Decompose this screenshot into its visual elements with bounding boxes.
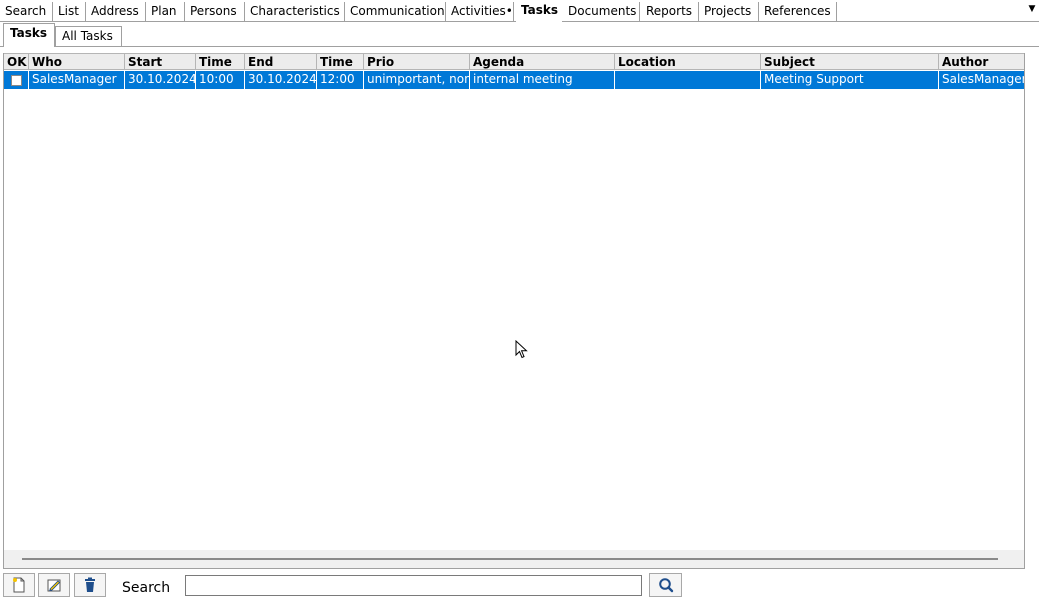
search-input[interactable] [185,575,642,596]
subject-cell[interactable]: Meeting Support [761,71,939,89]
prio-cell[interactable]: unimportant, non critical [364,71,470,89]
column-header-start[interactable]: Start [125,53,196,70]
new-document-icon [13,577,25,593]
tab-characteristics[interactable]: Characteristics [245,2,345,21]
end-time-cell[interactable]: 12:00 [317,71,364,89]
agenda-cell[interactable]: internal meeting [470,71,615,89]
author-cell[interactable]: SalesManager [939,71,1024,89]
mouse-cursor-icon [515,340,528,359]
end-cell[interactable]: 30.10.2024 [245,71,317,89]
tab-activities[interactable]: Activities• [446,2,514,21]
bottom-toolbar: Search [0,572,1039,609]
tab-tasks[interactable]: Tasks [516,0,562,22]
who-cell[interactable]: SalesManager [29,71,125,89]
new-task-button[interactable] [3,573,35,597]
edit-icon [47,579,61,592]
ok-cell[interactable] [4,71,29,89]
column-header-prio[interactable]: Prio [364,53,470,70]
start-time-cell[interactable]: 10:00 [196,71,245,89]
tab-communication[interactable]: Communication [345,2,446,21]
subtab-all-tasks[interactable]: All Tasks [55,26,122,46]
tab-search[interactable]: Search [0,2,53,21]
tab-projects[interactable]: Projects [699,2,759,21]
search-button[interactable] [649,573,682,597]
location-cell[interactable] [615,71,761,89]
grid-header: OK Who Start Time End Time Prio Agenda L… [4,53,1024,70]
column-header-ok[interactable]: OK [4,53,29,70]
column-header-agenda[interactable]: Agenda [470,53,615,70]
column-header-end[interactable]: End [245,53,317,70]
scrollbar-thumb[interactable] [22,558,998,560]
main-tab-strip: Search List Address Plan Persons Charact… [0,0,1039,22]
tab-overflow-chevron-icon[interactable]: ▼ [1027,2,1037,16]
tab-list[interactable]: List [53,2,86,21]
horizontal-scrollbar[interactable] [4,550,1024,568]
delete-task-button[interactable] [74,573,106,597]
column-header-start-time[interactable]: Time [196,53,245,70]
tab-persons[interactable]: Persons [185,2,245,21]
edit-task-button[interactable] [38,573,70,597]
column-header-who[interactable]: Who [29,53,125,70]
tab-references[interactable]: References [759,2,837,21]
search-label: Search [122,580,171,596]
start-cell[interactable]: 30.10.2024 [125,71,196,89]
tab-plan[interactable]: Plan [146,2,185,21]
tasks-grid[interactable]: OK Who Start Time End Time Prio Agenda L… [3,53,1025,569]
tab-reports[interactable]: Reports [641,2,699,21]
sub-tab-strip: Tasks All Tasks [0,22,1039,47]
ok-checkbox[interactable] [11,75,22,86]
column-header-end-time[interactable]: Time [317,53,364,70]
tab-documents[interactable]: Documents [563,2,640,21]
delete-icon [85,577,95,592]
tab-address[interactable]: Address [86,2,146,21]
column-header-location[interactable]: Location [615,53,761,70]
column-header-author[interactable]: Author [939,53,1024,70]
subtab-tasks[interactable]: Tasks [3,23,55,47]
column-header-subject[interactable]: Subject [761,53,939,70]
search-icon [658,578,673,593]
table-row[interactable]: SalesManager 30.10.2024 10:00 30.10.2024… [4,71,1024,89]
